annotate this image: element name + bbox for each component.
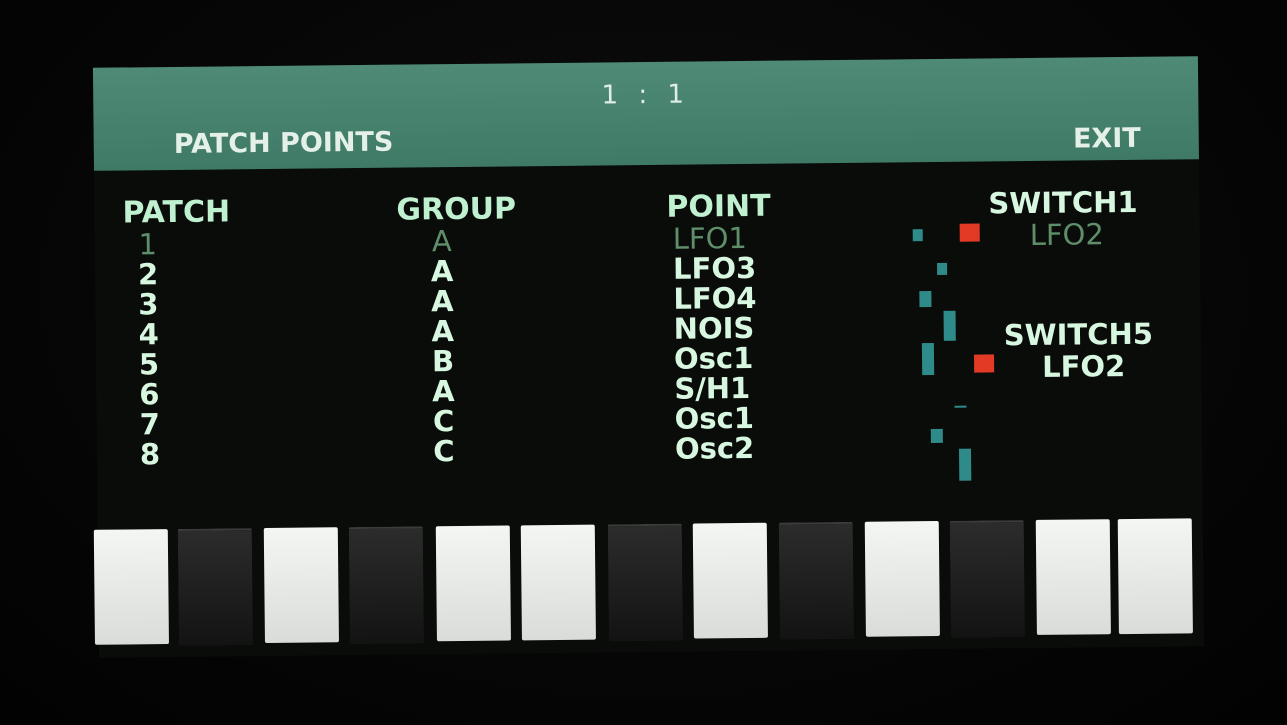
exit-button[interactable]: EXIT bbox=[1073, 123, 1141, 155]
level-meter bbox=[954, 405, 967, 408]
soft-key[interactable] bbox=[864, 520, 940, 637]
point-value: LFO4 bbox=[673, 280, 757, 316]
patch-number: 3 bbox=[138, 287, 159, 322]
patch-number: 5 bbox=[138, 347, 160, 382]
column-header-group: GROUP bbox=[396, 191, 517, 228]
page-title: PATCH POINTS bbox=[173, 126, 394, 160]
patch-number: 6 bbox=[139, 377, 160, 412]
level-meter bbox=[919, 291, 932, 308]
switch-active-indicator bbox=[959, 223, 980, 242]
page-position: 1 : 1 bbox=[601, 79, 691, 111]
point-value: Osc1 bbox=[673, 340, 754, 376]
group-value: A bbox=[430, 284, 454, 319]
soft-key[interactable] bbox=[949, 520, 1025, 638]
switch-target: LFO2 bbox=[1029, 217, 1105, 253]
switch-label: SWITCH5 bbox=[1003, 316, 1154, 353]
group-value: C bbox=[433, 434, 455, 469]
group-value: C bbox=[432, 404, 455, 439]
group-value: A bbox=[430, 254, 454, 289]
group-value: B bbox=[431, 344, 455, 379]
header-bar: 1 : 1 PATCH POINTS EXIT bbox=[92, 56, 1199, 171]
patch-number: 2 bbox=[137, 257, 159, 292]
level-meter bbox=[921, 343, 935, 376]
level-meter bbox=[937, 262, 948, 275]
group-value: A bbox=[431, 374, 455, 409]
patch-number: 1 bbox=[138, 227, 158, 262]
point-value: LFO3 bbox=[672, 250, 757, 286]
patch-number: 7 bbox=[139, 407, 160, 442]
soft-key[interactable] bbox=[692, 522, 768, 639]
soft-key[interactable] bbox=[520, 524, 596, 641]
soft-key[interactable] bbox=[177, 528, 253, 646]
level-meter bbox=[943, 310, 956, 341]
level-meter bbox=[958, 448, 972, 481]
soft-key[interactable] bbox=[348, 526, 424, 645]
level-meter bbox=[912, 229, 923, 242]
switch-target: LFO2 bbox=[1041, 349, 1126, 384]
soft-key[interactable] bbox=[263, 527, 339, 644]
soft-key[interactable] bbox=[778, 521, 854, 640]
soft-key[interactable] bbox=[1117, 518, 1193, 635]
group-value: A bbox=[431, 314, 455, 349]
patch-number: 4 bbox=[138, 317, 160, 352]
switch-label: SWITCH1 bbox=[988, 184, 1138, 221]
column-header-point: POINT bbox=[666, 188, 771, 225]
lcd-screen: 1 : 1 PATCH POINTS EXIT PATCH GROUP POIN… bbox=[92, 56, 1205, 658]
patch-number: 8 bbox=[139, 437, 161, 472]
point-value: LFO1 bbox=[672, 220, 748, 256]
soft-key[interactable] bbox=[1035, 519, 1111, 635]
soft-key[interactable] bbox=[93, 529, 169, 645]
soft-key[interactable] bbox=[607, 523, 683, 642]
group-value: A bbox=[431, 224, 452, 259]
soft-key[interactable] bbox=[435, 525, 511, 642]
switch-active-indicator bbox=[973, 354, 995, 373]
point-value: Osc2 bbox=[674, 430, 755, 466]
column-header-patch: PATCH bbox=[122, 194, 231, 231]
point-value: Osc1 bbox=[674, 400, 755, 436]
point-value: S/H1 bbox=[674, 370, 751, 406]
level-meter bbox=[930, 428, 943, 444]
point-value: NOIS bbox=[673, 310, 755, 346]
